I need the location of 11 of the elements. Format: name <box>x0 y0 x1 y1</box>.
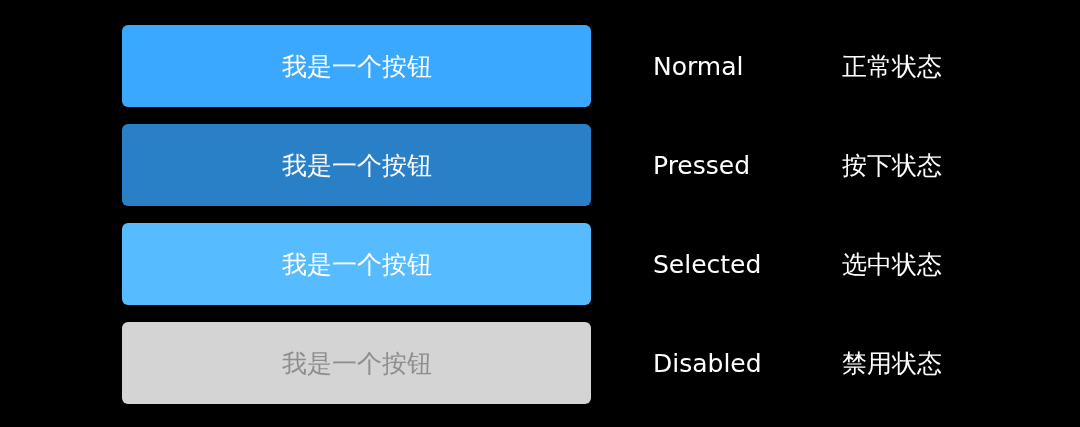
state-label: Disabled <box>653 348 763 378</box>
state-label: Pressed <box>653 150 752 180</box>
sample-button[interactable]: 我是一个按钮 <box>122 223 591 305</box>
sample-button[interactable]: 我是一个按钮 <box>122 25 591 107</box>
state-label: 正常状态 <box>842 50 942 83</box>
sample-button[interactable]: 我是一个按钮 <box>122 124 591 206</box>
state-label: 选中状态 <box>842 248 942 281</box>
state-label: Normal <box>653 51 745 81</box>
state-label: Selected <box>653 249 763 279</box>
state-label: 按下状态 <box>842 149 942 182</box>
state-label: 禁用状态 <box>842 347 942 380</box>
